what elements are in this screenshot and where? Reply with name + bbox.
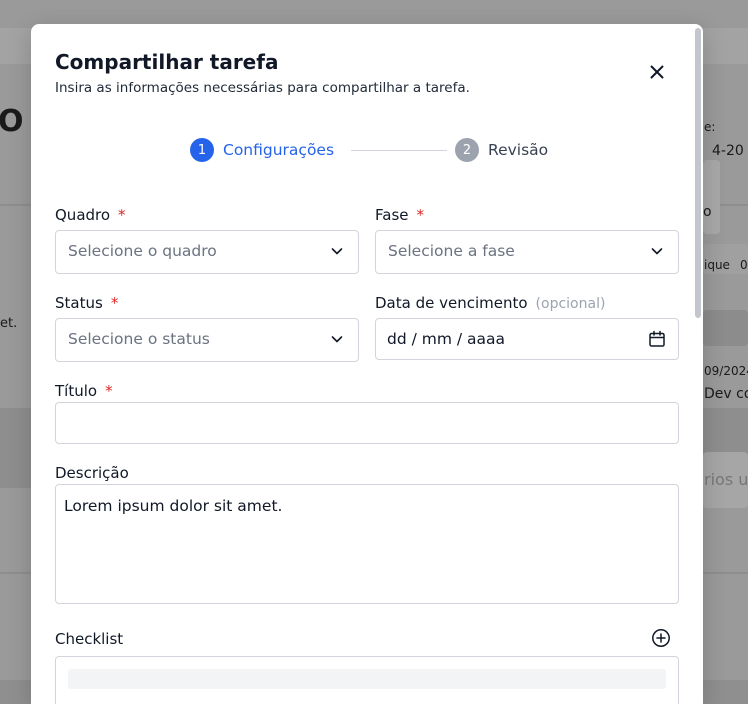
required-marker: * — [118, 206, 126, 224]
title-input[interactable] — [55, 402, 679, 444]
checklist-container — [55, 656, 679, 704]
board-label: Quadro * — [55, 206, 126, 224]
board-placeholder: Selecione o quadro — [68, 242, 217, 260]
checklist-item[interactable] — [68, 669, 666, 689]
optional-marker: (opcional) — [535, 296, 606, 312]
required-marker: * — [416, 206, 425, 224]
bg-date-fragment: 09/2024 — [704, 364, 748, 378]
bg-sentence-fragment: et. — [0, 316, 18, 331]
phase-label-text: Fase — [375, 206, 409, 224]
chevron-down-icon — [331, 248, 343, 255]
checklist-label: Checklist — [55, 630, 124, 648]
status-label-text: Status — [55, 294, 103, 312]
due-date-input[interactable]: dd / mm / aaaa — [375, 318, 679, 360]
add-checklist-button[interactable] — [651, 628, 671, 648]
phase-label: Fase * — [375, 206, 424, 224]
phase-placeholder: Selecione a fase — [388, 242, 515, 260]
bg-table-fragment: 0' — [740, 258, 748, 272]
title-label: Título * — [55, 382, 113, 400]
modal-scrollbar[interactable] — [695, 28, 701, 318]
step-label: Configurações — [223, 141, 335, 159]
description-textarea[interactable]: Lorem ipsum dolor sit amet. — [55, 484, 679, 604]
board-select[interactable]: Selecione o quadro — [55, 230, 359, 274]
status-select[interactable]: Selecione o status — [55, 318, 359, 362]
step-label: Revisão — [488, 141, 549, 159]
bg-label-fragment: e: — [704, 120, 716, 134]
close-icon — [650, 65, 664, 79]
plus-circle-icon — [652, 629, 670, 647]
bg-table-fragment: ique — [704, 258, 730, 272]
bg-title-fragment: O — [0, 104, 24, 139]
status-label: Status * — [55, 294, 118, 312]
due-date-placeholder: dd / mm / aaaa — [387, 330, 506, 348]
step-connector — [351, 150, 447, 151]
title-label-text: Título — [55, 382, 98, 400]
share-task-modal: Compartilhar tarefa Insira as informaçõe… — [31, 24, 703, 704]
bg-date-fragment: 4-20 — [712, 143, 744, 159]
bg-dev-fragment: Dev co — [704, 386, 748, 402]
chevron-down-icon — [651, 248, 663, 255]
bg-row — [703, 310, 748, 346]
step-configuracoes[interactable]: 1 Configurações — [190, 138, 334, 162]
bg-button-fragment: o — [703, 204, 712, 220]
due-date-label: Data de vencimento (opcional) — [375, 294, 605, 312]
board-label-text: Quadro — [55, 206, 111, 224]
step-number: 1 — [190, 138, 214, 162]
description-label: Descrição — [55, 464, 129, 482]
required-marker: * — [105, 382, 113, 400]
phase-select[interactable]: Selecione a fase — [375, 230, 679, 274]
bg-users-fragment: rios us — [704, 470, 748, 489]
due-date-label-text: Data de vencimento — [375, 294, 528, 312]
status-placeholder: Selecione o status — [68, 330, 210, 348]
bg-button — [703, 160, 720, 234]
modal-title: Compartilhar tarefa — [55, 50, 279, 74]
close-button[interactable] — [645, 60, 669, 84]
modal-subtitle: Insira as informações necessárias para c… — [55, 80, 470, 96]
description-value: Lorem ipsum dolor sit amet. — [64, 497, 283, 515]
chevron-down-icon — [331, 336, 343, 343]
calendar-icon[interactable] — [648, 330, 666, 348]
step-revisao[interactable]: 2 Revisão — [455, 138, 548, 162]
step-number: 2 — [455, 138, 479, 162]
required-marker: * — [110, 294, 119, 312]
